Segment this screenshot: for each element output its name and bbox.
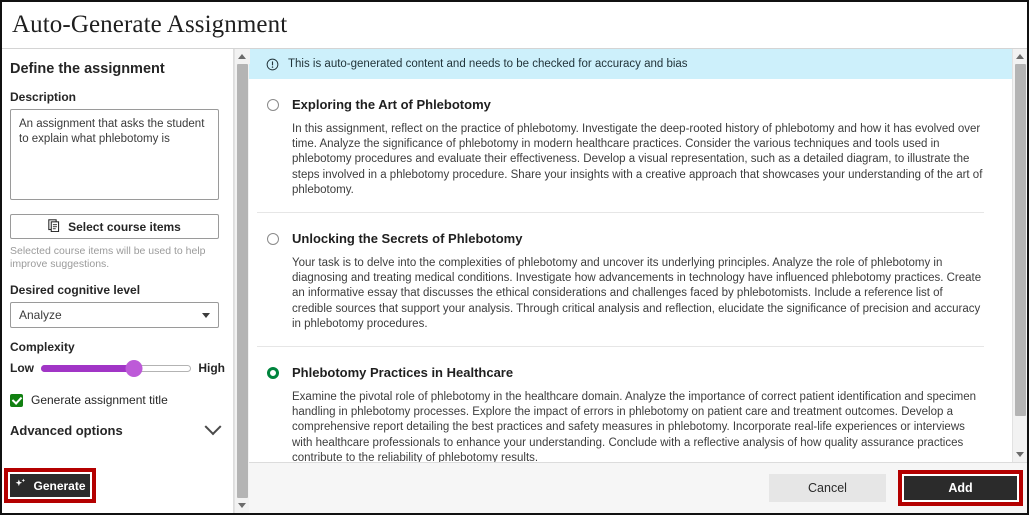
advanced-options-label: Advanced options: [10, 423, 123, 438]
panel-heading: Define the assignment: [10, 61, 165, 77]
suggestion-item[interactable]: Unlocking the Secrets of Phlebotomy Your …: [257, 212, 984, 346]
suggestion-body: Examine the pivotal role of phlebotomy i…: [292, 391, 977, 462]
suggestion-header: Phlebotomy Practices in Healthcare: [257, 365, 984, 380]
suggestion-list: Exploring the Art of Phlebotomy In this a…: [249, 79, 1012, 462]
arrow-up-icon: [238, 54, 246, 59]
scroll-track[interactable]: [235, 64, 250, 498]
description-label: Description: [10, 90, 77, 104]
define-assignment-panel: Define the assignment Description Selec: [2, 49, 234, 513]
suggestion-title: Unlocking the Secrets of Phlebotomy: [292, 231, 523, 247]
cancel-button[interactable]: Cancel: [769, 474, 886, 502]
dialog-header: Auto-Generate Assignment: [2, 2, 1027, 48]
suggestion-radio[interactable]: [267, 98, 279, 111]
arrow-down-icon: [1016, 452, 1024, 457]
suggestion-item[interactable]: Exploring the Art of Phlebotomy In this a…: [257, 79, 984, 212]
suggestion-body: Your task is to delve into the complexit…: [292, 257, 982, 330]
course-items-hint: Selected course items will be used to he…: [10, 245, 206, 270]
add-button[interactable]: Add: [902, 474, 1019, 502]
generate-button-highlight: Generate: [4, 468, 96, 503]
complexity-low-label: Low: [10, 361, 34, 375]
select-course-items-button[interactable]: Select course items: [10, 214, 219, 239]
scroll-track[interactable]: [1013, 64, 1028, 447]
page-title: Auto-Generate Assignment: [12, 11, 288, 38]
description-input[interactable]: [10, 109, 219, 200]
complexity-slider[interactable]: [41, 359, 192, 377]
suggestions-panel: This is auto-generated content and needs…: [249, 49, 1027, 513]
dialog-footer: Cancel Add: [249, 462, 1027, 513]
add-button-highlight: Add: [898, 470, 1023, 506]
chevron-down-icon: [202, 312, 210, 318]
generate-label: Generate: [33, 478, 86, 493]
scroll-up-button[interactable]: [234, 49, 250, 64]
scroll-thumb[interactable]: [1014, 64, 1026, 417]
generate-title-label: Generate assignment title: [31, 393, 168, 407]
complexity-high-label: High: [198, 361, 225, 375]
suggestion-title: Exploring the Art of Phlebotomy: [292, 97, 491, 112]
define-assignment-form: Define the assignment Description Selec: [2, 49, 233, 513]
suggestion-item[interactable]: Phlebotomy Practices in Healthcare Examin…: [257, 346, 984, 462]
scroll-up-button[interactable]: [1012, 49, 1027, 64]
generate-button[interactable]: Generate: [8, 472, 92, 499]
complexity-label: Complexity: [10, 340, 75, 354]
banner-text: This is auto-generated content and needs…: [288, 58, 688, 70]
suggestion-body: In this assignment, reflect on the pract…: [292, 123, 983, 196]
scroll-down-button[interactable]: [234, 498, 250, 513]
advanced-options-toggle[interactable]: Advanced options: [10, 417, 222, 438]
auto-generate-assignment-dialog: Auto-Generate Assignment Define the assi…: [0, 0, 1029, 515]
generate-title-checkbox[interactable]: [10, 393, 23, 407]
scroll-thumb[interactable]: [236, 64, 248, 498]
suggestion-header: Exploring the Art of Phlebotomy: [257, 97, 984, 112]
suggestions-content: This is auto-generated content and needs…: [249, 49, 1012, 462]
generate-title-checkbox-row[interactable]: Generate assignment title: [10, 393, 225, 407]
select-course-items-label: Select course items: [68, 219, 181, 234]
chevron-down-icon: [204, 417, 222, 435]
slider-fill: [41, 364, 135, 372]
suggestion-radio[interactable]: [267, 366, 279, 379]
suggestion-radio[interactable]: [267, 232, 279, 245]
left-panel-scrollbar[interactable]: [234, 49, 250, 513]
cognitive-level-select[interactable]: Analyze: [10, 302, 219, 328]
exclamation-circle-icon: [266, 58, 279, 71]
arrow-up-icon: [1016, 54, 1024, 59]
dialog-body: Define the assignment Description Selec: [2, 48, 1027, 513]
slider-thumb[interactable]: [125, 359, 143, 377]
cognitive-level-label: Desired cognitive level: [10, 283, 141, 297]
documents-icon: [48, 218, 61, 235]
sparkle-icon: [14, 477, 27, 495]
suggestions-scrollbar[interactable]: [1012, 49, 1027, 462]
suggestion-header: Unlocking the Secrets of Phlebotomy: [257, 231, 984, 246]
auto-generated-banner: This is auto-generated content and needs…: [249, 49, 1012, 79]
cognitive-level-value: Analyze: [19, 308, 62, 322]
scroll-down-button[interactable]: [1012, 447, 1027, 462]
arrow-down-icon: [238, 503, 246, 508]
complexity-slider-row: Low High: [10, 359, 225, 377]
suggestion-title: Phlebotomy Practices in Healthcare: [292, 365, 514, 381]
suggestions-scroll-host: This is auto-generated content and needs…: [249, 49, 1027, 462]
